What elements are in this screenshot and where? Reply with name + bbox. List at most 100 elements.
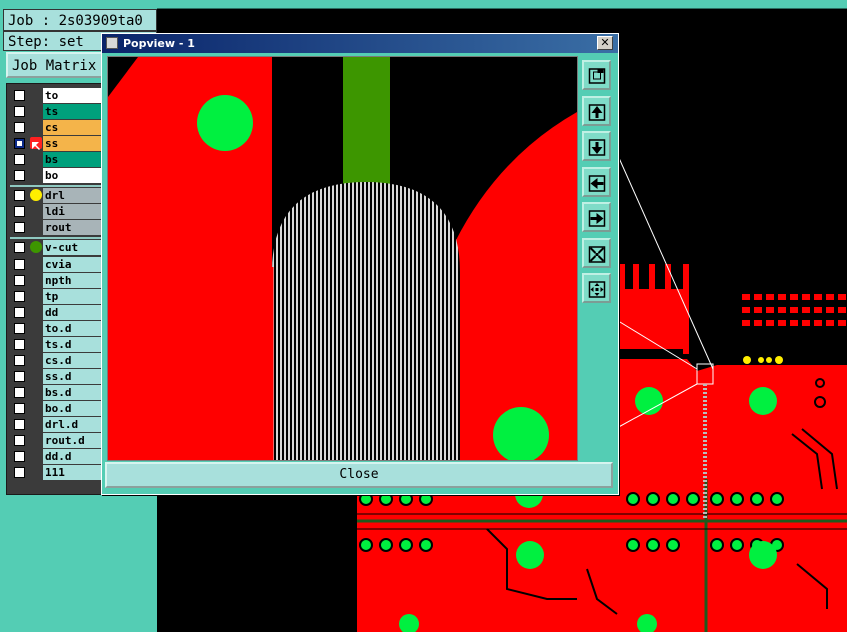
layer-name[interactable]: ss.d (43, 368, 109, 384)
layer-checkbox[interactable] (14, 222, 25, 234)
layer-row-7[interactable]: ldi (10, 204, 109, 220)
yellow-dot-icon (30, 189, 42, 202)
layer-checkbox[interactable] (14, 467, 25, 479)
copper-region-lower (357, 499, 847, 632)
layer-name[interactable]: cs.d (43, 352, 109, 368)
pan-down-button[interactable] (582, 131, 611, 161)
layer-row-1[interactable]: ts (10, 104, 109, 120)
layer-group-divider (10, 184, 108, 187)
layer-row-11[interactable]: npth (10, 272, 109, 288)
hatched-pad (272, 182, 460, 460)
layer-name[interactable]: ldi (43, 204, 109, 220)
zoom-fit-button[interactable] (582, 60, 611, 90)
popview-title: Popview - 1 (123, 37, 195, 50)
layer-checkbox[interactable] (14, 138, 25, 150)
layer-name[interactable]: bo (43, 168, 109, 184)
layer-row-8[interactable]: rout (10, 220, 109, 236)
layer-row-18[interactable]: bs.d (10, 384, 109, 400)
layer-checkbox[interactable] (14, 322, 25, 334)
layer-row-2[interactable]: cs (10, 120, 109, 136)
layer-name[interactable]: dd.d (43, 449, 109, 465)
layer-row-15[interactable]: ts.d (10, 336, 109, 352)
layer-checkbox[interactable] (14, 290, 25, 302)
layer-row-6[interactable]: drl (10, 188, 109, 204)
layer-checkbox[interactable] (14, 370, 25, 382)
layer-row-19[interactable]: bo.d (10, 400, 109, 416)
pan-right-button[interactable] (582, 202, 611, 232)
layer-name[interactable]: rout.d (43, 433, 109, 449)
layer-row-14[interactable]: to.d (10, 320, 109, 336)
layer-name[interactable]: tp (43, 288, 109, 304)
window-icon (106, 37, 118, 49)
layer-row-5[interactable]: bo (10, 168, 109, 184)
layer-name[interactable]: ts (43, 104, 109, 120)
green-dot-icon (30, 241, 42, 254)
layer-name[interactable]: dd (43, 304, 109, 320)
layer-checkbox[interactable] (14, 402, 25, 414)
layer-name[interactable]: bs.d (43, 384, 109, 400)
layer-row-13[interactable]: dd (10, 304, 109, 320)
layer-checkbox[interactable] (14, 90, 25, 101)
silkscreen-trace (343, 57, 390, 192)
job-label: Job : 2s03909ta0 (3, 9, 157, 31)
layer-name[interactable]: v-cut (43, 240, 109, 256)
layer-row-4[interactable]: bs (10, 152, 109, 168)
layer-name[interactable]: bs (43, 152, 109, 168)
layer-checkbox[interactable] (14, 122, 25, 134)
layer-name[interactable]: to (43, 88, 109, 103)
layer-checkbox[interactable] (14, 354, 25, 366)
layer-checkbox[interactable] (14, 190, 25, 202)
layer-checkbox[interactable] (14, 242, 25, 254)
layer-checkbox[interactable] (14, 106, 25, 118)
layer-checkbox[interactable] (14, 154, 25, 166)
layer-name[interactable]: bo.d (43, 400, 109, 416)
layer-checkbox[interactable] (14, 258, 25, 270)
layer-checkbox[interactable] (14, 274, 25, 286)
layer-name[interactable]: ts.d (43, 336, 109, 352)
layer-checkbox[interactable] (14, 338, 25, 350)
layer-row-23[interactable]: 111 (10, 465, 109, 481)
zoom-toolstrip (579, 56, 614, 459)
layer-name[interactable]: 111 (43, 465, 109, 481)
layer-row-16[interactable]: cs.d (10, 352, 109, 368)
layer-checkbox[interactable] (14, 170, 25, 182)
pan-down-icon (588, 139, 606, 156)
layer-row-9[interactable]: v-cut (10, 240, 109, 256)
pan-up-icon (588, 103, 606, 121)
zoom-in-button[interactable] (582, 237, 611, 268)
layer-name[interactable]: rout (43, 220, 109, 236)
layer-row-17[interactable]: ss.d (10, 368, 109, 384)
layer-checkbox[interactable] (14, 451, 25, 463)
layer-row-12[interactable]: tp (10, 288, 109, 304)
pan-left-icon (588, 174, 606, 192)
popview-zoom-viewport[interactable] (107, 56, 578, 461)
pan-right-icon (588, 210, 606, 227)
layer-row-22[interactable]: dd.d (10, 449, 109, 465)
layer-checkbox[interactable] (14, 206, 25, 218)
close-icon[interactable]: ✕ (597, 36, 613, 50)
layer-checkbox[interactable] (14, 386, 25, 398)
layer-checkbox[interactable] (14, 435, 25, 447)
layer-row-21[interactable]: rout.d (10, 433, 109, 449)
pad-right (493, 407, 549, 460)
layer-name[interactable]: drl.d (43, 417, 109, 432)
layer-row-3[interactable]: ss (10, 136, 109, 152)
layer-name[interactable]: to.d (43, 320, 109, 336)
layer-name[interactable]: npth (43, 272, 109, 288)
layer-checkbox[interactable] (14, 306, 25, 318)
pan-up-button[interactable] (582, 95, 611, 126)
zoom-out-button[interactable] (582, 273, 611, 303)
pan-left-button[interactable] (582, 166, 611, 197)
layer-name[interactable]: drl (43, 188, 109, 204)
close-button[interactable]: Close (105, 462, 613, 488)
layer-checkbox[interactable] (14, 419, 25, 430)
layer-name[interactable]: cs (43, 120, 109, 136)
pad-grid (742, 294, 846, 326)
layer-row-10[interactable]: cvia (10, 256, 109, 272)
popview-titlebar[interactable]: Popview - 1 ✕ (102, 34, 618, 53)
cursor-arrow-icon (30, 137, 42, 151)
layer-row-20[interactable]: drl.d (10, 417, 109, 432)
layer-row-0[interactable]: to (10, 88, 109, 103)
layer-name[interactable]: ss (43, 136, 109, 152)
layer-name[interactable]: cvia (43, 256, 109, 272)
